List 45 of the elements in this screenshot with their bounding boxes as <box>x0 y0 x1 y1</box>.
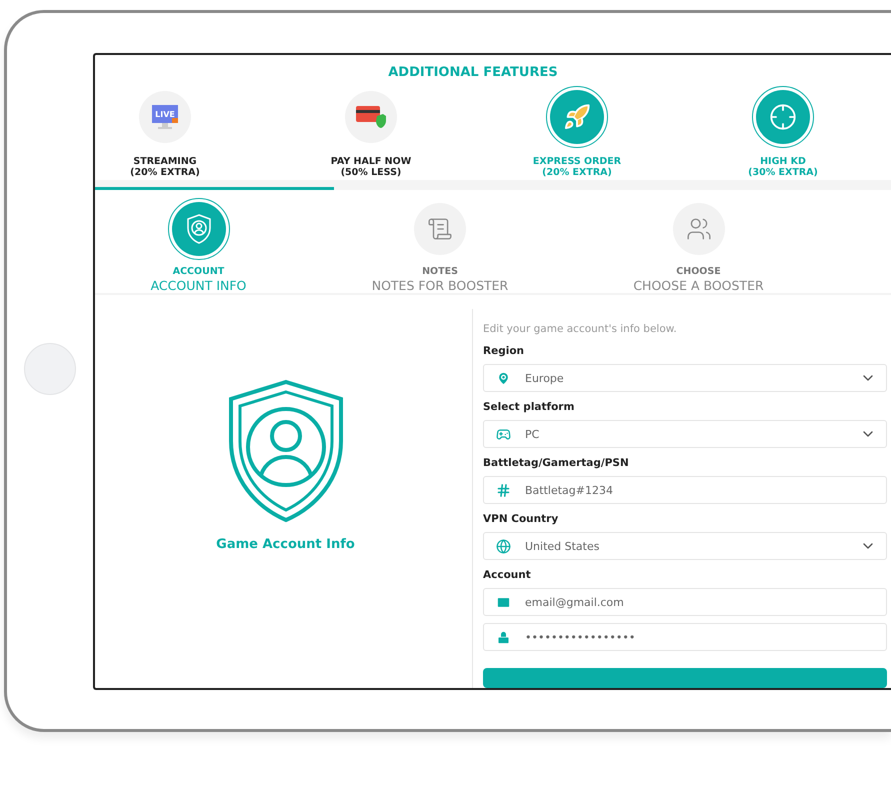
field-value: email@gmail.com <box>525 596 625 608</box>
feature-label: PAY HALF NOW (50% LESS) <box>330 156 412 178</box>
rocket-icon <box>563 103 591 131</box>
step-subtitle: CHOOSE A BOOSTER <box>633 278 764 293</box>
step-title: CHOOSE <box>676 266 721 277</box>
section-title: ADDITIONAL FEATURES <box>387 64 559 80</box>
field-label: Account <box>483 569 532 581</box>
feature-label: HIGH KD (30% EXTRA) <box>748 156 818 178</box>
feature-label: EXPRESS ORDER (20% EXTRA) <box>532 156 622 178</box>
lock-icon <box>496 630 511 644</box>
form-intro: Edit your game account's info below. <box>483 323 678 335</box>
step-title: NOTES <box>422 266 458 277</box>
input-field[interactable]: email@gmail.com <box>483 588 887 616</box>
field-value: Europe <box>525 372 565 384</box>
gamepad-icon <box>496 426 511 442</box>
field-label: Battletag/Gamertag/PSN <box>483 457 630 469</box>
field-label: VPN Country <box>483 513 560 525</box>
shield-user-icon <box>186 214 212 244</box>
field-value: PC <box>525 428 540 440</box>
field-value: ••••••••••••••••• <box>525 630 636 644</box>
input-field[interactable]: ••••••••••••••••• <box>483 623 887 651</box>
field-label: Select platform <box>483 401 576 413</box>
step-title: ACCOUNT <box>172 266 224 277</box>
people-icon <box>686 216 712 242</box>
select-field[interactable]: Europe <box>483 364 887 392</box>
shield-user-icon <box>228 379 344 523</box>
step-tab[interactable] <box>168 198 230 260</box>
feature-label: STREAMING (20% EXTRA) <box>130 156 200 178</box>
feature-option[interactable] <box>752 86 814 148</box>
scroll-pen-icon <box>427 216 453 242</box>
feature-option[interactable] <box>546 86 608 148</box>
field-label: Region <box>483 345 526 357</box>
globe-icon <box>496 538 511 554</box>
crosshair-icon <box>769 103 797 131</box>
hash-icon <box>496 482 511 498</box>
step-subtitle: NOTES FOR BOOSTER <box>372 278 508 293</box>
field-value: United States <box>525 540 600 552</box>
field-value: Battletag#1234 <box>525 484 614 496</box>
select-field[interactable]: United States <box>483 532 887 560</box>
input-field[interactable]: Battletag#1234 <box>483 476 887 504</box>
select-field[interactable]: PC <box>483 420 887 448</box>
location-pin-icon <box>496 370 511 386</box>
step-subtitle: ACCOUNT INFO <box>150 278 246 293</box>
panel-caption: Game Account Info <box>216 537 355 552</box>
credit-card-shield-icon <box>355 104 387 130</box>
